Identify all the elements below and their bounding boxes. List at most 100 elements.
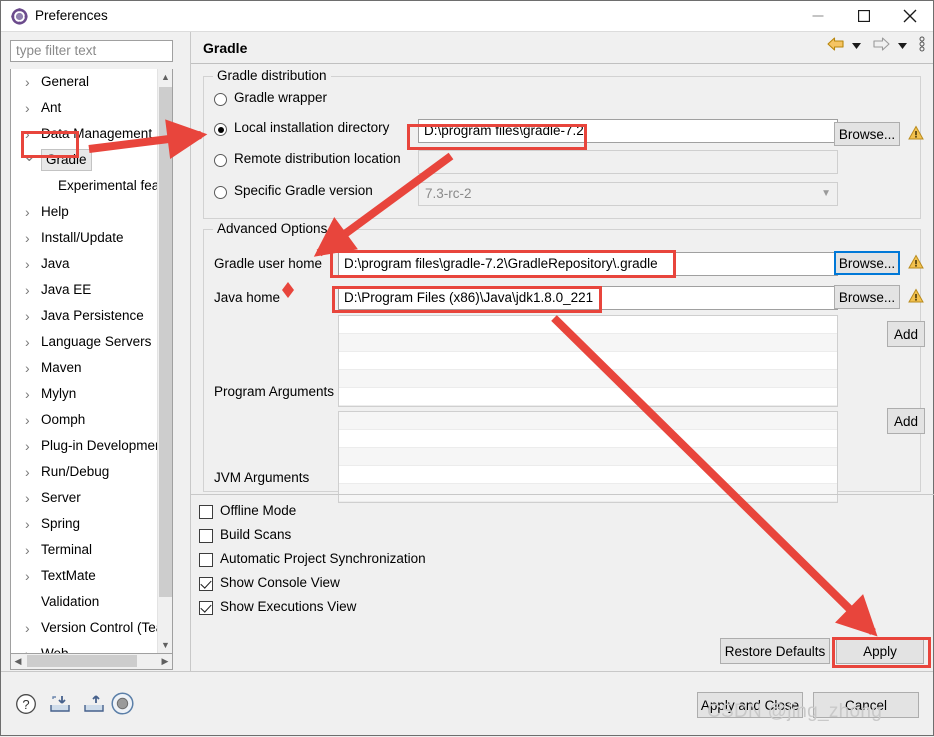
- sidebar-item-java-ee[interactable]: › Java EE: [11, 277, 160, 303]
- checkbox-indicator: [199, 553, 213, 567]
- import-icon[interactable]: [49, 694, 71, 717]
- sidebar-item-maven[interactable]: › Maven: [11, 355, 160, 381]
- export-icon[interactable]: [83, 694, 105, 717]
- restore-defaults-button[interactable]: Restore Defaults: [720, 638, 830, 664]
- list-item[interactable]: [339, 352, 837, 370]
- chevron-right-icon[interactable]: ›: [25, 407, 30, 433]
- chevron-down-icon[interactable]: ⌄: [23, 147, 36, 173]
- chevron-right-icon[interactable]: ›: [25, 69, 30, 95]
- sidebar-item-label: Run/Debug: [41, 464, 110, 479]
- list-item[interactable]: [339, 412, 837, 430]
- sidebar-item-mylyn[interactable]: › Mylyn: [11, 381, 160, 407]
- scrollbar-thumb[interactable]: [159, 87, 172, 597]
- view-menu-icon[interactable]: [919, 36, 925, 55]
- scroll-left-icon[interactable]: ◀: [11, 654, 25, 668]
- java-home-input[interactable]: D:\Program Files (x86)\Java\jdk1.8.0_221: [338, 286, 838, 310]
- help-question-icon[interactable]: ?: [15, 693, 37, 718]
- sidebar-item-label: Mylyn: [41, 386, 77, 401]
- sidebar-item-java[interactable]: › Java: [11, 251, 160, 277]
- sidebar-item-general[interactable]: › General: [11, 69, 160, 95]
- chevron-right-icon[interactable]: ›: [25, 329, 30, 355]
- chevron-right-icon[interactable]: ›: [25, 459, 30, 485]
- chevron-right-icon[interactable]: ›: [25, 615, 30, 641]
- maximize-button[interactable]: [841, 1, 887, 31]
- gradle-user-home-input[interactable]: D:\program files\gradle-7.2\GradleReposi…: [338, 252, 838, 276]
- sidebar-item-server[interactable]: › Server: [11, 485, 160, 511]
- remote-distribution-location-input[interactable]: [418, 150, 838, 174]
- browse-gradle-user-home-button[interactable]: Browse...: [834, 251, 900, 275]
- search-input[interactable]: type filter text: [10, 40, 173, 62]
- sidebar-item-ant[interactable]: › Ant: [11, 95, 160, 121]
- apply-button[interactable]: Apply: [836, 638, 924, 664]
- list-item[interactable]: [339, 316, 837, 334]
- sidebar-item-web[interactable]: › Web: [11, 641, 160, 653]
- preference-page: Gradle Gradle distribution Gradle wrappe…: [190, 32, 934, 671]
- scrollbar-thumb-horizontal[interactable]: [27, 655, 137, 667]
- scroll-right-icon[interactable]: ▶: [158, 654, 172, 668]
- chevron-right-icon[interactable]: ›: [25, 251, 30, 277]
- specific-gradle-version-combo[interactable]: 7.3-rc-2 ▼: [418, 182, 838, 206]
- chevron-right-icon[interactable]: ›: [25, 433, 30, 459]
- list-item[interactable]: [339, 430, 837, 448]
- chevron-right-icon[interactable]: ›: [25, 641, 30, 653]
- add-jvm-argument-button[interactable]: Add: [887, 408, 925, 434]
- scroll-up-icon[interactable]: ▲: [158, 69, 172, 85]
- forward-arrow-icon[interactable]: [872, 36, 891, 55]
- browse-java-home-button[interactable]: Browse...: [834, 285, 900, 309]
- forward-dropdown-icon[interactable]: [898, 38, 908, 53]
- chevron-right-icon[interactable]: ›: [25, 199, 30, 225]
- sidebar-item-oomph[interactable]: › Oomph: [11, 407, 160, 433]
- preference-tree[interactable]: › General › Ant › Data Management ⌄ Gradle Exper…: [10, 69, 173, 654]
- list-item[interactable]: [339, 484, 837, 502]
- back-dropdown-icon[interactable]: [852, 38, 862, 53]
- sidebar-item-run-debug[interactable]: › Run/Debug: [11, 459, 160, 485]
- sidebar-item-data-management[interactable]: › Data Management: [11, 121, 160, 147]
- browse-distribution-button[interactable]: Browse...: [834, 122, 900, 146]
- sidebar-item-plug-in-development[interactable]: › Plug-in Development: [11, 433, 166, 459]
- chevron-right-icon[interactable]: ›: [25, 225, 30, 251]
- sidebar-item-spring[interactable]: › Spring: [11, 511, 160, 537]
- sidebar-item-language-servers[interactable]: › Language Servers: [11, 329, 160, 355]
- chevron-right-icon[interactable]: ›: [25, 95, 30, 121]
- chevron-right-icon[interactable]: ›: [25, 355, 30, 381]
- checkbox-indicator: [199, 505, 213, 519]
- program-arguments-list[interactable]: [338, 315, 838, 407]
- list-item[interactable]: [339, 370, 837, 388]
- chevron-right-icon[interactable]: ›: [25, 121, 30, 147]
- tree-horizontal-scrollbar[interactable]: ◀ ▶: [10, 654, 173, 670]
- local-installation-directory-input[interactable]: D:\program files\gradle-7.2: [418, 119, 838, 143]
- list-item[interactable]: [339, 388, 837, 406]
- radio-label: Gradle wrapper: [234, 90, 328, 105]
- checkbox-indicator: [199, 577, 213, 591]
- chevron-right-icon[interactable]: ›: [25, 485, 30, 511]
- list-item[interactable]: [339, 448, 837, 466]
- scroll-down-icon[interactable]: ▼: [158, 637, 172, 653]
- list-item[interactable]: [339, 466, 837, 484]
- chevron-right-icon[interactable]: ›: [25, 277, 30, 303]
- radio-indicator: [214, 93, 227, 106]
- sidebar-item-help[interactable]: › Help: [11, 199, 160, 225]
- close-button[interactable]: [887, 1, 933, 31]
- tree-vertical-scrollbar[interactable]: ▲ ▼: [157, 69, 172, 653]
- chevron-right-icon[interactable]: ›: [25, 511, 30, 537]
- chevron-right-icon[interactable]: ›: [25, 537, 30, 563]
- jvm-arguments-list[interactable]: [338, 411, 838, 503]
- radio-label: Remote distribution location: [234, 151, 401, 166]
- list-item[interactable]: [339, 334, 837, 352]
- sidebar-item-version-control-tea[interactable]: › Version Control (Tea: [11, 615, 163, 641]
- chevron-right-icon[interactable]: ›: [25, 563, 30, 589]
- oomph-recorder-icon[interactable]: [111, 692, 134, 718]
- sidebar-item-textmate[interactable]: › TextMate: [11, 563, 160, 589]
- chevron-right-icon[interactable]: ›: [25, 303, 30, 329]
- sidebar-item-install-update[interactable]: › Install/Update: [11, 225, 160, 251]
- sidebar-item-java-persistence[interactable]: › Java Persistence: [11, 303, 160, 329]
- minimize-button[interactable]: [795, 1, 841, 31]
- sidebar-item-experimental-featu[interactable]: Experimental featu: [11, 173, 171, 199]
- sidebar-item-validation[interactable]: Validation: [11, 589, 160, 615]
- chevron-right-icon[interactable]: ›: [25, 381, 30, 407]
- add-program-argument-button[interactable]: Add: [887, 321, 925, 347]
- tree-items: › General › Ant › Data Management ⌄ Gradle Exper…: [11, 69, 171, 653]
- sidebar-item-terminal[interactable]: › Terminal: [11, 537, 160, 563]
- back-arrow-icon[interactable]: [826, 36, 845, 55]
- sidebar-item-gradle[interactable]: ⌄ Gradle: [11, 147, 160, 173]
